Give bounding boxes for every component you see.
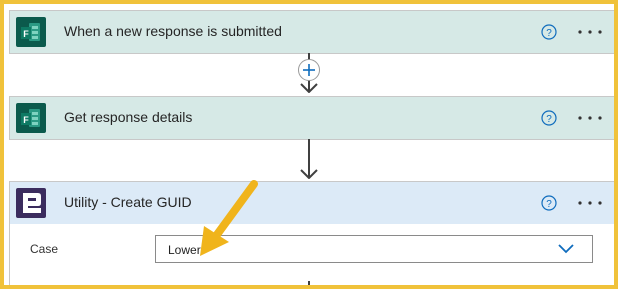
trigger-step-header[interactable]: F When a new response is submitted ?	[10, 11, 614, 53]
case-dropdown[interactable]: Lower	[155, 235, 593, 263]
svg-text:F: F	[23, 115, 29, 125]
step-title: Get response details	[64, 109, 193, 125]
chevron-down-icon	[558, 244, 574, 254]
svg-text:?: ?	[546, 199, 552, 210]
utility-step-header[interactable]: Utility - Create GUID ?	[10, 182, 614, 224]
svg-text:?: ?	[546, 28, 552, 39]
connector-arrowhead	[300, 83, 318, 93]
flow-canvas: F When a new response is submitted ? F G…	[4, 4, 614, 285]
help-icon[interactable]: ?	[541, 110, 557, 126]
utility-step-card[interactable]: Utility - Create GUID ? Case Lower	[9, 181, 614, 285]
step-title: Utility - Create GUID	[64, 194, 192, 210]
case-field-label: Case	[30, 242, 59, 256]
help-icon[interactable]: ?	[541, 195, 557, 211]
connector-line	[308, 281, 310, 285]
case-dropdown-value: Lower	[168, 243, 201, 257]
help-icon[interactable]: ?	[541, 24, 557, 40]
more-options-icon[interactable]	[578, 30, 602, 34]
microsoft-forms-icon: F	[16, 17, 46, 47]
get-response-step-card[interactable]: F Get response details ?	[9, 96, 614, 140]
step-title: When a new response is submitted	[64, 23, 282, 39]
utility-icon	[16, 188, 46, 218]
more-options-icon[interactable]	[578, 116, 602, 120]
get-response-step-header[interactable]: F Get response details ?	[10, 97, 614, 139]
svg-text:?: ?	[546, 114, 552, 125]
connector-arrowhead	[300, 169, 318, 179]
add-step-button[interactable]	[298, 59, 320, 81]
svg-text:F: F	[23, 29, 29, 39]
trigger-step-card[interactable]: F When a new response is submitted ?	[9, 10, 614, 54]
more-options-icon[interactable]	[578, 201, 602, 205]
plus-icon	[303, 64, 315, 76]
microsoft-forms-icon: F	[16, 103, 46, 133]
